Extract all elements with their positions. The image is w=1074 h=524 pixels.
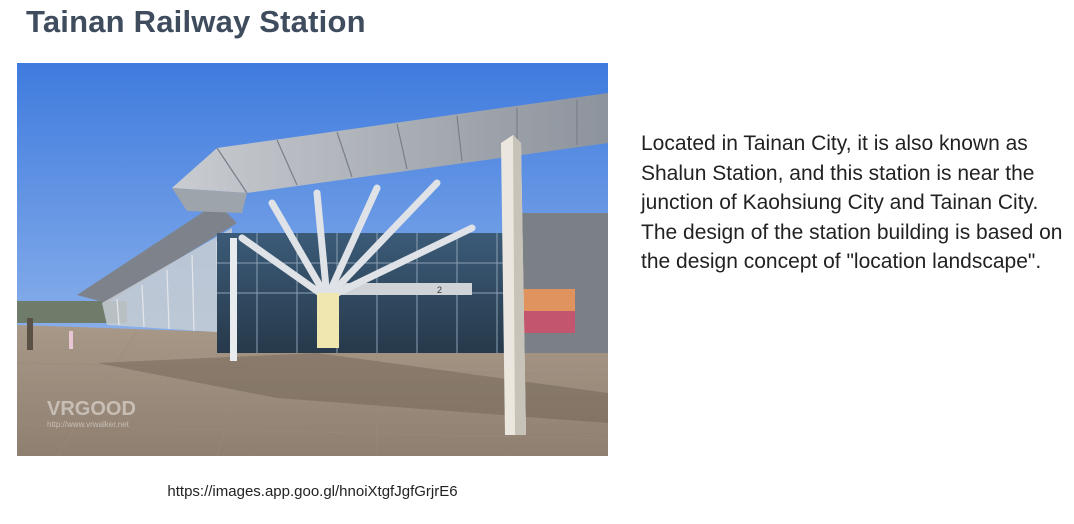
page-title: Tainan Railway Station bbox=[26, 4, 366, 39]
station-photo: 2 VRGOOD http://www.vrwalker.net bbox=[17, 63, 608, 456]
photo-watermark-url: http://www.vrwalker.net bbox=[47, 420, 130, 429]
description-paragraph-1: Located in Tainan City, it is also known… bbox=[641, 132, 1039, 214]
image-source-caption: https://images.app.goo.gl/hnoiXtgfJgfGrj… bbox=[167, 483, 458, 500]
station-description: Located in Tainan City, it is also known… bbox=[641, 129, 1071, 277]
entrance-sign: 2 bbox=[437, 285, 442, 295]
description-paragraph-2: The design of the station building is ba… bbox=[641, 220, 1063, 274]
photo-watermark: VRGOOD bbox=[47, 398, 136, 420]
